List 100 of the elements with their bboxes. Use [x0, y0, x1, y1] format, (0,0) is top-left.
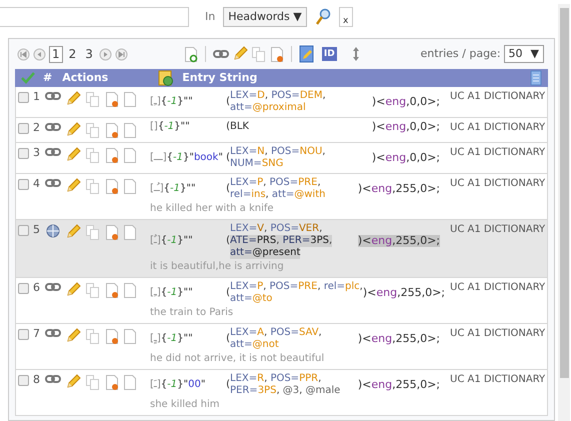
entry-closing: )<eng,255,0>; [362, 287, 445, 299]
blank-page-icon[interactable] [123, 282, 137, 299]
pencil-icon[interactable] [65, 147, 81, 163]
chain-link-icon[interactable] [45, 178, 61, 188]
copy-icon[interactable] [85, 147, 101, 164]
pencil-icon[interactable] [65, 328, 81, 344]
row-number: 5 [33, 224, 41, 236]
copy-icon[interactable] [85, 328, 101, 345]
search-field[interactable] [0, 7, 189, 27]
chain-link-icon[interactable] [45, 328, 61, 338]
row-checkbox[interactable] [18, 92, 29, 103]
chain-link-icon[interactable] [212, 49, 229, 59]
delete-page-icon[interactable] [105, 178, 119, 195]
blank-page-icon[interactable] [123, 374, 137, 391]
attribute-line: att=@not [230, 339, 279, 351]
attribute-line: LEX=P, POS=PRE, rel=plc, [230, 281, 363, 293]
dictionary-name: UC A1 DICTIONARY [450, 121, 546, 135]
blank-page-icon[interactable] [123, 328, 137, 345]
clear-search-button[interactable]: x [338, 7, 353, 27]
headword: [] [150, 121, 158, 133]
blank-page-icon[interactable] [123, 224, 137, 241]
delete-page-icon[interactable] [105, 328, 119, 345]
blank-page-icon[interactable] [123, 147, 137, 164]
new-page-icon[interactable] [184, 46, 198, 62]
attribute-line: att=@to [230, 293, 272, 305]
row-checkbox[interactable] [18, 329, 29, 340]
headword: [ـُـ] [150, 183, 164, 195]
check-icon[interactable] [21, 72, 35, 84]
dictionary-name: UC A1 DICTIONARY [450, 327, 546, 341]
chain-link-icon[interactable] [45, 374, 61, 384]
blank-page-icon[interactable] [123, 178, 137, 195]
chain-link-icon[interactable] [45, 122, 61, 132]
page-number[interactable]: 3 [82, 46, 96, 62]
pencil-icon[interactable] [232, 46, 248, 62]
delete-page-icon[interactable] [105, 282, 119, 299]
open-parenthesis: ( [226, 183, 230, 195]
scrollbar[interactable] [558, 4, 570, 421]
copy-icon[interactable] [250, 46, 267, 62]
page-number[interactable]: 1 [49, 46, 63, 62]
link-globe-icon[interactable] [45, 224, 61, 238]
entry-row[interactable]: 2 []{-1}"" (BLK )<eng,0,0>; UC A1 DICTIONARY [15, 118, 548, 143]
delete-page-icon[interactable] [105, 224, 119, 241]
blank-page-icon[interactable] [123, 122, 137, 139]
column-settings-icon[interactable] [530, 70, 542, 86]
attribute-line: NUM=SNG [230, 158, 284, 170]
attribute-line: BLK [230, 121, 249, 133]
copy-icon[interactable] [85, 282, 101, 299]
attribute-line: LEX=V, POS=VER, [230, 223, 322, 235]
dictionary-name: UC A1 DICTIONARY [450, 90, 546, 104]
first-page-icon[interactable] [17, 48, 30, 60]
pencil-icon[interactable] [65, 122, 81, 138]
chain-link-icon[interactable] [45, 282, 61, 292]
pencil-icon[interactable] [65, 178, 81, 194]
row-checkbox[interactable] [18, 375, 29, 386]
row-checkbox[interactable] [18, 225, 29, 236]
entry-closing: )<eng,0,0>; [372, 121, 440, 133]
headword: [ـــ] [150, 152, 167, 164]
page-number[interactable]: 2 [66, 46, 80, 62]
copy-icon[interactable] [85, 122, 101, 139]
delete-page-icon[interactable] [105, 122, 119, 139]
pencil-icon[interactable] [65, 374, 81, 390]
entry-closing: )<eng,0,0>; [372, 96, 440, 108]
open-parenthesis: ( [226, 379, 230, 391]
dictionary-name: UC A1 DICTIONARY [450, 223, 546, 237]
row-checkbox[interactable] [18, 179, 29, 190]
chain-link-icon[interactable] [45, 91, 61, 101]
entry-closing: )<eng,255,0>; [358, 235, 440, 247]
row-checkbox[interactable] [18, 148, 29, 159]
row-number: 7 [33, 328, 41, 340]
next-page-icon[interactable] [98, 48, 112, 60]
sort-arrows-icon[interactable] [350, 46, 361, 62]
attribute-line: LEX=D, POS=DEM, [230, 90, 326, 102]
copy-icon[interactable] [85, 374, 101, 391]
chain-link-icon[interactable] [45, 147, 61, 157]
delete-page-icon[interactable] [270, 46, 284, 62]
dictionary-name: UC A1 DICTIONARY [450, 146, 546, 160]
row-checkbox[interactable] [18, 283, 29, 294]
copy-icon[interactable] [85, 91, 101, 108]
copy-icon[interactable] [85, 178, 101, 195]
delete-page-icon[interactable] [105, 374, 119, 391]
last-page-icon[interactable] [114, 48, 128, 60]
delete-page-icon[interactable] [105, 147, 119, 164]
row-checkbox[interactable] [18, 123, 29, 134]
edit-page-icon[interactable] [298, 45, 315, 63]
blank-page-icon[interactable] [123, 91, 137, 108]
row-number: 8 [33, 374, 41, 386]
copy-icon[interactable] [85, 224, 101, 241]
id-toggle-button[interactable]: ID [322, 47, 337, 61]
scope-dropdown[interactable]: Headwords ▼ [223, 7, 307, 27]
entry-prefix: {-1}"" [160, 235, 193, 247]
pencil-icon[interactable] [65, 224, 81, 240]
delete-page-icon[interactable] [105, 91, 119, 108]
open-parenthesis: ( [226, 152, 230, 164]
entries-per-page-dropdown[interactable]: 50 ▼ [504, 45, 544, 63]
attribute-line: rel=ins, att=@with [230, 189, 326, 201]
previous-page-icon[interactable] [33, 48, 46, 60]
attribute-line: LEX=A, POS=SAV, [230, 327, 322, 339]
search-icon[interactable] [314, 8, 331, 26]
pencil-icon[interactable] [65, 91, 81, 107]
pencil-icon[interactable] [65, 282, 81, 298]
